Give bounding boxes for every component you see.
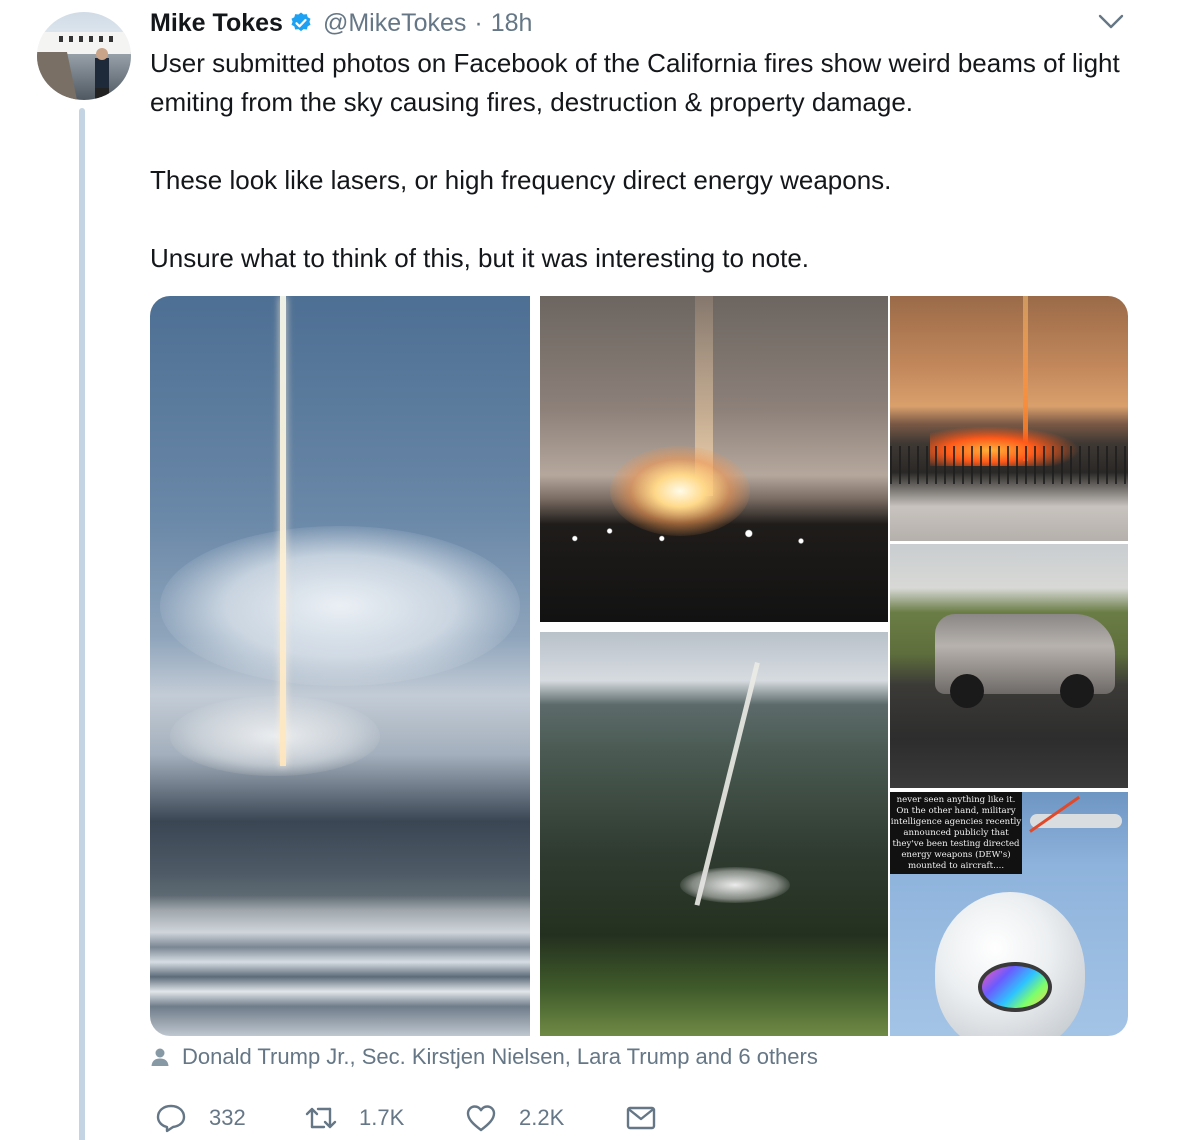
timestamp[interactable]: 18h bbox=[491, 9, 533, 38]
person-icon bbox=[151, 1048, 169, 1066]
like-count: 2.2K bbox=[519, 1105, 565, 1130]
retweet-icon bbox=[305, 1107, 337, 1129]
direct-message-button[interactable] bbox=[625, 1103, 679, 1133]
like-button[interactable]: 2.2K bbox=[465, 1103, 625, 1133]
heart-icon bbox=[466, 1105, 496, 1132]
photo-beam-at-night[interactable] bbox=[540, 296, 888, 622]
liked-by[interactable]: Donald Trump Jr., Sec. Kirstjen Nielsen,… bbox=[150, 1040, 818, 1074]
chevron-down-icon[interactable] bbox=[1098, 14, 1124, 30]
media-collage[interactable]: never seen anything like it. On the othe… bbox=[150, 296, 1128, 1036]
smoke bbox=[680, 867, 790, 903]
car-wheel bbox=[1060, 674, 1094, 708]
thread-line bbox=[79, 108, 85, 1140]
handle[interactable]: @MikeTokes bbox=[323, 9, 466, 38]
verified-badge-icon bbox=[291, 12, 311, 32]
reply-count: 332 bbox=[209, 1105, 246, 1130]
smoke bbox=[170, 696, 380, 776]
envelope-icon bbox=[626, 1106, 656, 1130]
cloud bbox=[160, 526, 520, 686]
reply-icon bbox=[156, 1104, 186, 1133]
retweet-count: 1.7K bbox=[359, 1105, 405, 1130]
avatar-photo bbox=[37, 32, 131, 100]
sensor-lens bbox=[978, 962, 1052, 1012]
avatar[interactable] bbox=[37, 12, 131, 100]
display-name[interactable]: Mike Tokes bbox=[150, 9, 283, 38]
photo-fire-with-beam[interactable] bbox=[890, 296, 1128, 541]
tweet: Mike Tokes @MikeTokes · 18h User submitt… bbox=[0, 0, 1200, 1140]
photo-beam-over-forest[interactable] bbox=[540, 632, 888, 1036]
photo-drone-and-sensor[interactable]: never seen anything like it. On the othe… bbox=[890, 792, 1128, 1036]
retweet-button[interactable]: 1.7K bbox=[305, 1103, 465, 1133]
fence bbox=[890, 446, 1128, 484]
tweet-header: Mike Tokes @MikeTokes · 18h bbox=[150, 6, 532, 40]
liked-by-text: Donald Trump Jr., Sec. Kirstjen Nielsen,… bbox=[182, 1044, 818, 1069]
reply-button[interactable]: 332 bbox=[155, 1103, 305, 1133]
tweet-paragraph: User submitted photos on Facebook of the… bbox=[150, 48, 1120, 117]
action-bar: 332 1.7K 2.2K bbox=[155, 1098, 679, 1138]
town-lights bbox=[540, 511, 888, 561]
separator-dot: · bbox=[474, 8, 483, 37]
photo-burned-car[interactable] bbox=[890, 544, 1128, 788]
tweet-text: User submitted photos on Facebook of the… bbox=[150, 44, 1150, 278]
photo-beam-over-mountain[interactable] bbox=[150, 296, 530, 1036]
image-caption: never seen anything like it. On the othe… bbox=[890, 792, 1022, 874]
light-beam bbox=[280, 296, 286, 766]
car-wheel bbox=[950, 674, 984, 708]
tweet-paragraph: Unsure what to think of this, but it was… bbox=[150, 243, 810, 273]
tweet-paragraph: These look like lasers, or high frequenc… bbox=[150, 165, 892, 195]
